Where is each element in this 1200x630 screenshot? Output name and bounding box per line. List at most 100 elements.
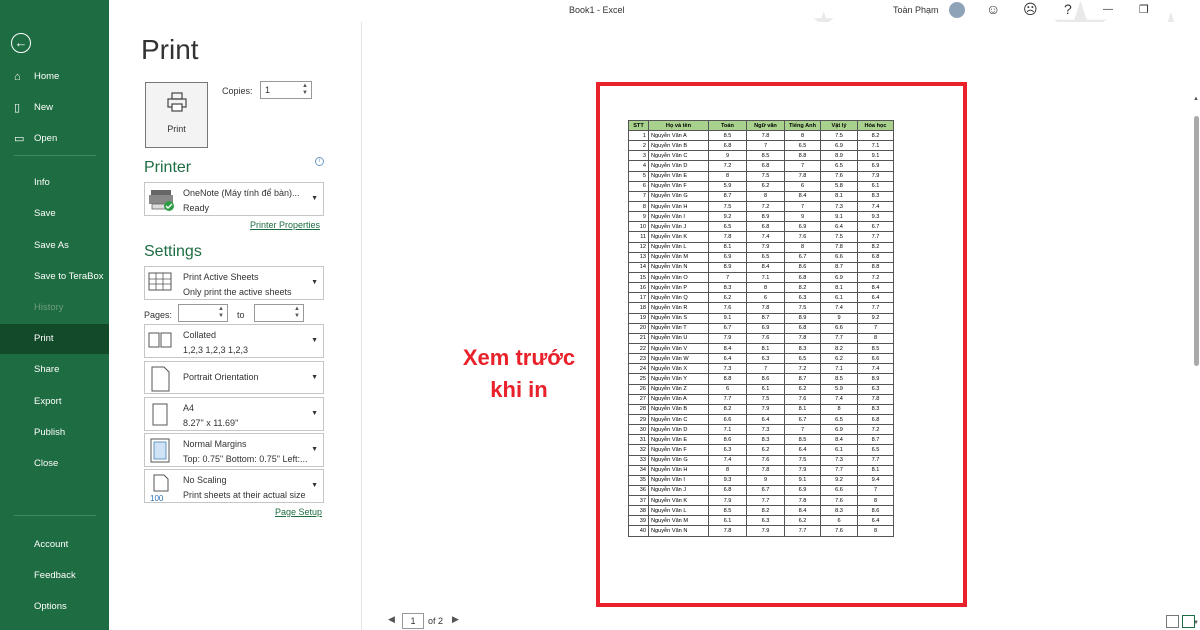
- pages-from-input[interactable]: ▲ ▼: [178, 304, 228, 322]
- zoom-to-page-button[interactable]: [1182, 615, 1195, 628]
- table-cell: 8: [708, 464, 747, 476]
- table-row: 29 Nguyễn Văn C 6.6 6.4 6.7 6.5 6.8: [628, 413, 894, 426]
- nav-item-print[interactable]: Print: [0, 324, 109, 354]
- info-icon[interactable]: i: [315, 157, 324, 166]
- copies-stepper[interactable]: 1 ▲ ▼: [260, 81, 312, 99]
- table-cell: 3: [628, 150, 649, 162]
- nav-item-save-as[interactable]: Save As: [0, 231, 109, 261]
- spin-arrows-icon[interactable]: ▲ ▼: [294, 306, 300, 320]
- dropdown-caret-icon: ▼: [311, 279, 318, 286]
- table-cell: 6.6: [820, 484, 858, 497]
- paper-size-icon: [152, 403, 168, 426]
- nav-item-save-to-terabox[interactable]: Save to TeraBox: [0, 262, 109, 292]
- nav-item-save[interactable]: Save: [0, 199, 109, 229]
- table-cell: 6.6: [857, 353, 894, 365]
- table-cell: 7.7: [857, 231, 894, 243]
- table-cell: 7.2: [708, 160, 747, 172]
- nav-item-home[interactable]: ⌂ Home: [0, 62, 109, 92]
- collation-select[interactable]: Collated 1,2,3 1,2,3 1,2,3 ▼: [144, 324, 324, 358]
- nav-item-new[interactable]: ▯ New: [0, 93, 109, 123]
- table-cell: 6.9: [784, 484, 821, 497]
- table-cell: 8.2: [784, 282, 821, 294]
- next-page-icon[interactable]: ▶: [452, 614, 459, 625]
- nav-item-publish[interactable]: Publish: [0, 418, 109, 448]
- nav-item-info[interactable]: Info: [0, 168, 109, 198]
- table-row: 18 Nguyễn Văn R 7.6 7.8 7.5 7.4 7.7: [628, 302, 894, 314]
- setting-line1: Print Active Sheets: [183, 272, 259, 282]
- column-header: STT: [628, 120, 649, 131]
- paper-size-select[interactable]: A4 8.27" x 11.69" ▼: [144, 397, 324, 431]
- prev-page-icon[interactable]: ◀: [388, 614, 395, 625]
- table-cell: 6.4: [820, 221, 858, 233]
- nav-item-open[interactable]: ▭ Open: [0, 124, 109, 154]
- table-cell: 6.2: [784, 383, 821, 395]
- table-cell: 6.8: [746, 160, 785, 172]
- nav-item-feedback[interactable]: Feedback: [0, 561, 109, 591]
- nav-item-share[interactable]: Share: [0, 355, 109, 385]
- table-cell: 7.3: [820, 454, 858, 466]
- table-cell: 8.3: [857, 190, 894, 202]
- table-cell: 6.8: [784, 271, 821, 284]
- printer-select[interactable]: OneNote (Máy tính để bàn)... Ready ▼: [144, 182, 324, 216]
- smile-icon[interactable]: ☺: [986, 1, 1000, 17]
- nav-item-export[interactable]: Export: [0, 387, 109, 417]
- table-cell: 6.1: [820, 292, 858, 304]
- print-settings-panel: Print Print Copies: 1 ▲ ▼ Printer i OneNo…: [109, 22, 361, 630]
- table-cell: 7.6: [820, 170, 858, 182]
- print-button[interactable]: Print: [145, 82, 208, 148]
- spin-arrows-icon[interactable]: ▲ ▼: [218, 306, 224, 320]
- table-cell: 29: [628, 413, 649, 426]
- table-cell: 8.1: [746, 342, 785, 355]
- scaling-select[interactable]: 100 No Scaling Print sheets at their act…: [144, 469, 324, 503]
- table-cell: 9: [784, 211, 821, 223]
- table-row: 17 Nguyễn Văn Q 6.2 6 6.3 6.1 6.4: [628, 292, 894, 304]
- orientation-select[interactable]: Portrait Orientation ▼: [144, 361, 324, 394]
- table-cell: 8: [857, 332, 894, 344]
- table-cell: 8.9: [784, 312, 821, 324]
- scroll-thumb[interactable]: [1194, 116, 1199, 366]
- nav-item-options[interactable]: Options: [0, 592, 109, 622]
- show-margins-button[interactable]: [1166, 615, 1179, 628]
- spin-arrows-icon[interactable]: ▲ ▼: [302, 83, 308, 97]
- table-cell: Nguyễn Văn H: [648, 200, 709, 213]
- current-page-input[interactable]: 1: [402, 613, 424, 629]
- table-cell: 7.7: [708, 393, 747, 405]
- nav-item-close[interactable]: Close: [0, 449, 109, 479]
- pages-to-input[interactable]: ▲ ▼: [254, 304, 304, 322]
- table-cell: 32: [628, 444, 649, 456]
- frown-icon[interactable]: ☹: [1023, 1, 1038, 18]
- table-cell: Nguyễn Văn J: [648, 484, 709, 497]
- printer-properties-link[interactable]: Printer Properties: [250, 220, 320, 230]
- table-cell: 8.6: [746, 373, 785, 385]
- table-cell: 7.9: [746, 403, 785, 415]
- table-cell: 6.4: [857, 515, 894, 527]
- table-cell: Nguyễn Văn G: [648, 190, 709, 202]
- table-cell: Nguyễn Văn S: [648, 312, 709, 324]
- avatar[interactable]: [949, 2, 965, 18]
- dropdown-caret-icon: ▼: [311, 446, 318, 453]
- scroll-up-icon[interactable]: ▲: [1193, 96, 1199, 102]
- table-row: 23 Nguyễn Văn W 6.4 6.3 6.5 6.2 6.6: [628, 353, 894, 365]
- table-cell: 9.2: [857, 312, 894, 324]
- table-row: 19 Nguyễn Văn S 9.1 8.7 8.9 9 9.2: [628, 312, 894, 324]
- table-cell: 7.8: [857, 393, 894, 405]
- page-setup-link[interactable]: Page Setup: [275, 507, 322, 517]
- nav-divider: [14, 155, 96, 156]
- sheet-preview-table: STT Họ và tên Toán Ngữ văn Tiếng Anh Vật lý Hó…: [628, 120, 894, 537]
- annotation-line1: Xem trước: [462, 345, 576, 370]
- back-arrow-icon[interactable]: ←: [11, 33, 31, 53]
- print-scope-select[interactable]: Print Active Sheets Only print the activ…: [144, 266, 324, 300]
- table-cell: 7.5: [820, 231, 858, 243]
- user-name[interactable]: Toàn Phạm: [893, 5, 939, 15]
- table-cell: 40: [628, 525, 649, 537]
- table-cell: 6.9: [708, 251, 747, 263]
- table-cell: 7.9: [857, 170, 894, 182]
- table-row: 15 Nguyễn Văn O 7 7.1 6.8 6.9 7.2: [628, 271, 894, 284]
- nav-item-account[interactable]: Account: [0, 530, 109, 560]
- nav-item-label: Share: [34, 364, 60, 375]
- margins-select[interactable]: Normal Margins Top: 0.75" Bottom: 0.75" …: [144, 433, 324, 467]
- table-cell: 6.1: [746, 383, 785, 395]
- column-header: Ngữ văn: [746, 120, 785, 131]
- table-cell: 8.8: [784, 150, 821, 162]
- preview-scrollbar[interactable]: ▲ ▼: [1192, 96, 1200, 626]
